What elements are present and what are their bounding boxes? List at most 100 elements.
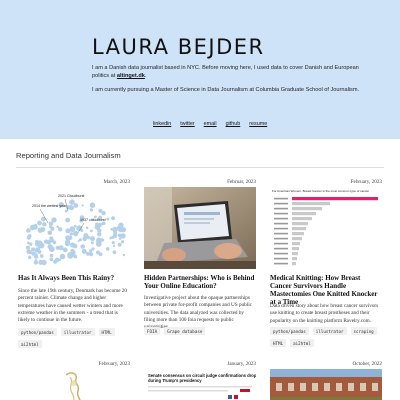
card-image[interactable] xyxy=(18,369,130,400)
cancer-bar-label xyxy=(274,197,288,200)
card-title[interactable]: Hidden Partnerships: Who is Behind Your … xyxy=(144,274,256,290)
rain-dot xyxy=(70,206,74,210)
cancer-bar-label xyxy=(274,212,288,215)
cancer-bar xyxy=(292,212,316,216)
card-tags: python/pandas illustrator scraping HTML … xyxy=(270,327,382,347)
resume-link[interactable]: resume xyxy=(249,121,267,127)
rain-dot xyxy=(64,209,68,213)
rain-dot xyxy=(65,235,71,241)
cancer-bar xyxy=(292,257,297,261)
rain-dot-chart-image[interactable]: 2014 the wettest year 2021 Cloudburst 19… xyxy=(18,187,130,269)
senate-chart: Senate consensus on circuit judge confir… xyxy=(144,369,256,400)
rain-dot xyxy=(48,221,54,227)
card-date: February, 2023 xyxy=(350,179,382,185)
cancer-bar-label xyxy=(274,217,288,220)
rain-dot xyxy=(37,227,43,233)
rain-dot xyxy=(26,245,30,250)
rain-dot xyxy=(81,204,84,207)
rain-dot xyxy=(112,226,118,233)
rain-dot xyxy=(85,226,89,229)
rain-dot xyxy=(81,248,87,254)
rain-dot xyxy=(73,254,77,258)
rain-dot xyxy=(26,228,31,233)
building-photo-image[interactable] xyxy=(270,369,382,400)
rain-dot xyxy=(112,244,116,248)
sketch-illustration xyxy=(18,369,130,400)
rain-dot xyxy=(47,230,53,236)
tag: illustrator xyxy=(60,328,95,336)
rain-dot xyxy=(65,217,70,223)
bio-period: . xyxy=(144,73,147,80)
rain-dot xyxy=(117,242,122,247)
tag: ai2html xyxy=(290,339,314,347)
rain-dot xyxy=(59,253,66,260)
rain-dot-chart: 2014 the wettest year 2021 Cloudburst 19… xyxy=(18,187,130,269)
senate-headline-2: during Trump's presidency xyxy=(148,378,202,383)
card-date: January, 2023 xyxy=(227,361,256,367)
cancer-bar xyxy=(292,227,306,231)
cancer-bar xyxy=(292,217,312,221)
card-title[interactable]: Has It Always Been This Rainy? xyxy=(18,274,130,282)
rain-dot xyxy=(27,241,30,245)
rain-dot xyxy=(98,208,103,213)
rain-dot xyxy=(38,242,45,249)
bio-paragraph-1: I am a Danish data journalist based in N… xyxy=(92,64,362,80)
rain-dot xyxy=(101,222,105,226)
rain-dot xyxy=(106,217,110,221)
email-link[interactable]: email xyxy=(204,121,217,127)
annotation-1937: 1937 cloudburst xyxy=(80,218,106,222)
card-title[interactable]: Medical Knitting: How Breast Cancer Surv… xyxy=(270,274,382,306)
tag: scraping xyxy=(350,327,377,335)
cancer-bar xyxy=(292,197,378,201)
cancer-bar-label xyxy=(274,222,288,225)
cancer-bar-label xyxy=(274,207,288,210)
rain-dot xyxy=(117,233,121,237)
laptop-photo-image[interactable] xyxy=(144,187,256,269)
tag: HTML xyxy=(270,339,287,347)
rain-dot xyxy=(52,240,57,245)
cancer-bar xyxy=(292,207,322,211)
rain-dot xyxy=(48,246,55,253)
rain-dot xyxy=(37,249,42,254)
site-title: LAURA BEJDER xyxy=(92,35,265,59)
cancer-bar xyxy=(292,252,298,256)
card-tags: python/pandas illustrator HTML ai2html xyxy=(18,328,130,348)
rain-dot xyxy=(77,239,80,242)
rain-dot xyxy=(86,251,90,256)
rain-dot xyxy=(38,259,44,265)
cancer-bar-chart: For American Women, Breast Cancer is the… xyxy=(270,187,382,269)
card-description: Investigative project about the opaque p… xyxy=(144,295,252,330)
cancer-bar xyxy=(292,242,300,246)
card-tags: FOIA Grape database xyxy=(144,327,256,335)
building-photo xyxy=(270,369,382,400)
rain-dot xyxy=(42,222,47,227)
cancer-bar-label xyxy=(274,232,288,235)
cancer-bar-label xyxy=(274,257,288,260)
rain-dot xyxy=(69,226,75,232)
tag: ai2html xyxy=(18,340,42,348)
cancer-bar xyxy=(292,262,296,266)
section-title: Reporting and Data Journalism xyxy=(16,151,121,160)
bio-paragraph-2: I am currently pursuing a Master of Scie… xyxy=(92,87,360,93)
rain-dot xyxy=(34,223,38,227)
senate-chart-image[interactable]: Senate consensus on circuit judge confir… xyxy=(144,369,256,400)
github-link[interactable]: github xyxy=(226,121,241,127)
rain-dot xyxy=(110,228,113,231)
cancer-bar xyxy=(292,237,302,241)
rain-dot xyxy=(82,236,87,242)
rain-dot xyxy=(97,228,102,233)
altinget-link[interactable]: altinget.dk xyxy=(117,73,145,79)
tag: python/pandas xyxy=(18,328,57,336)
cancer-bar xyxy=(292,247,299,251)
rain-dot xyxy=(80,244,85,249)
rain-dot xyxy=(48,240,51,244)
rain-dot xyxy=(27,234,32,238)
linkedin-link[interactable]: linkedin xyxy=(153,121,171,127)
rain-dot xyxy=(98,252,103,257)
rain-dot xyxy=(55,245,60,250)
rain-dot xyxy=(86,235,91,240)
cancer-bar-chart-image[interactable]: For American Women, Breast Cancer is the… xyxy=(270,187,382,269)
twitter-link[interactable]: twitter xyxy=(180,121,194,127)
chart-caption: For American Women, Breast Cancer is the… xyxy=(272,189,369,193)
tag: illustrator xyxy=(312,327,347,335)
